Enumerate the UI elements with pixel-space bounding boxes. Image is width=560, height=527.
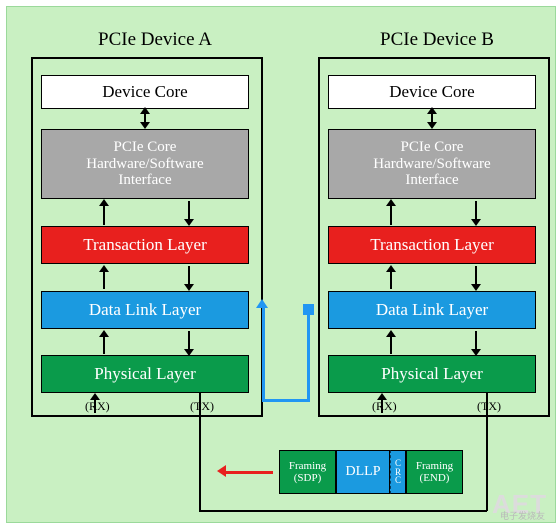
connector-a-trans-to-dll <box>188 266 190 286</box>
layer-label-line2: Hardware/Software <box>373 155 491 172</box>
layer-label: Transaction Layer <box>370 235 494 255</box>
connector-b-trans-to-hwsw <box>390 203 392 225</box>
layer-label-line3: Interface <box>405 172 459 189</box>
arrowhead-up <box>427 107 437 114</box>
packet-framing-end: Framing (END) <box>406 450 463 494</box>
diagram-canvas: PCIe Device A PCIe Device B Device Core … <box>6 6 556 523</box>
arrowhead-down <box>184 284 194 291</box>
connector-a-phy-to-dll <box>103 334 105 354</box>
arrowhead-down <box>140 122 150 129</box>
connector-b-dll-to-phy <box>475 331 477 351</box>
layer-label-line3: Interface <box>118 172 172 189</box>
device-a-physical-layer: Physical Layer <box>41 355 249 393</box>
packet-dllp: DLLP <box>336 450 390 494</box>
blue-path-vertical-left <box>262 307 265 402</box>
device-b-title: PCIe Device B <box>380 29 494 50</box>
connector-a-dll-to-phy <box>188 331 190 351</box>
packet-framing-sdp-line2: (SDP) <box>293 472 322 484</box>
arrowhead-down <box>471 284 481 291</box>
layer-label: Data Link Layer <box>88 300 202 320</box>
device-b-transaction-layer: Transaction Layer <box>328 226 536 264</box>
a-tx-down-line <box>199 411 201 511</box>
red-arrowhead-left <box>217 465 226 477</box>
blue-path-horizontal <box>262 399 310 402</box>
layer-label: Data Link Layer <box>375 300 489 320</box>
arrowhead-up <box>99 199 109 206</box>
connector-a-trans-to-hwsw <box>103 203 105 225</box>
arrowhead-down <box>184 349 194 356</box>
connector-a-dll-to-trans <box>103 269 105 289</box>
layer-label-line1: PCIe Core <box>400 138 464 155</box>
arrowhead-up <box>99 265 109 272</box>
device-b-tx-label: (TX) <box>477 399 501 413</box>
arrowhead-down <box>184 219 194 226</box>
connector-b-dll-to-trans <box>390 269 392 289</box>
packet-dllp-label: DLLP <box>345 464 381 480</box>
layer-label: Transaction Layer <box>83 235 207 255</box>
connector-b-phy-to-dll <box>390 334 392 354</box>
device-a-transaction-layer: Transaction Layer <box>41 226 249 264</box>
arrowhead-up <box>140 107 150 114</box>
red-direction-line <box>225 471 273 474</box>
packet-crc: C R C <box>390 450 406 494</box>
layer-label: Device Core <box>102 82 188 102</box>
device-a-device-core: Device Core <box>41 75 249 109</box>
device-b-device-core: Device Core <box>328 75 536 109</box>
bottom-return-line <box>199 510 487 512</box>
arrowhead-up <box>386 265 396 272</box>
layer-label: Device Core <box>389 82 475 102</box>
blue-path-vertical-right <box>307 310 310 402</box>
packet-crc-label-3: C <box>394 475 401 486</box>
arrowhead-down <box>471 219 481 226</box>
device-a-pcie-core-hwsw-interface: PCIe Core Hardware/Software Interface <box>41 129 249 199</box>
packet-framing-end-line2: (END) <box>419 472 450 484</box>
layer-label-line1: PCIe Core <box>113 138 177 155</box>
device-b-rx-label: (RX) <box>372 399 397 413</box>
arrowhead-up <box>386 199 396 206</box>
device-b-pcie-core-hwsw-interface: PCIe Core Hardware/Software Interface <box>328 129 536 199</box>
arrowhead-down <box>471 349 481 356</box>
layer-label-line2: Hardware/Software <box>86 155 204 172</box>
connector-b-trans-to-dll <box>475 266 477 286</box>
packet-framing-sdp: Framing (SDP) <box>279 450 336 494</box>
device-a-tx-label: (TX) <box>190 399 214 413</box>
device-a-title: PCIe Device A <box>98 29 212 50</box>
layer-label: Physical Layer <box>94 364 196 384</box>
device-b-data-link-layer: Data Link Layer <box>328 291 536 329</box>
diagram-root: PCIe Device A PCIe Device B Device Core … <box>0 0 560 527</box>
arrowhead-down <box>427 122 437 129</box>
device-a-data-link-layer: Data Link Layer <box>41 291 249 329</box>
blue-path-endpoint-square <box>303 304 314 315</box>
watermark-subtext: 电子发烧友 <box>499 511 545 521</box>
packet-framing-sdp-line1: Framing <box>288 459 327 472</box>
device-a-rx-label: (RX) <box>85 399 110 413</box>
layer-label: Physical Layer <box>381 364 483 384</box>
device-b-physical-layer: Physical Layer <box>328 355 536 393</box>
arrowhead-up <box>386 330 396 337</box>
packet-framing-end-line1: Framing <box>415 459 454 472</box>
blue-arrowhead-up <box>256 299 268 308</box>
arrowhead-up <box>99 330 109 337</box>
